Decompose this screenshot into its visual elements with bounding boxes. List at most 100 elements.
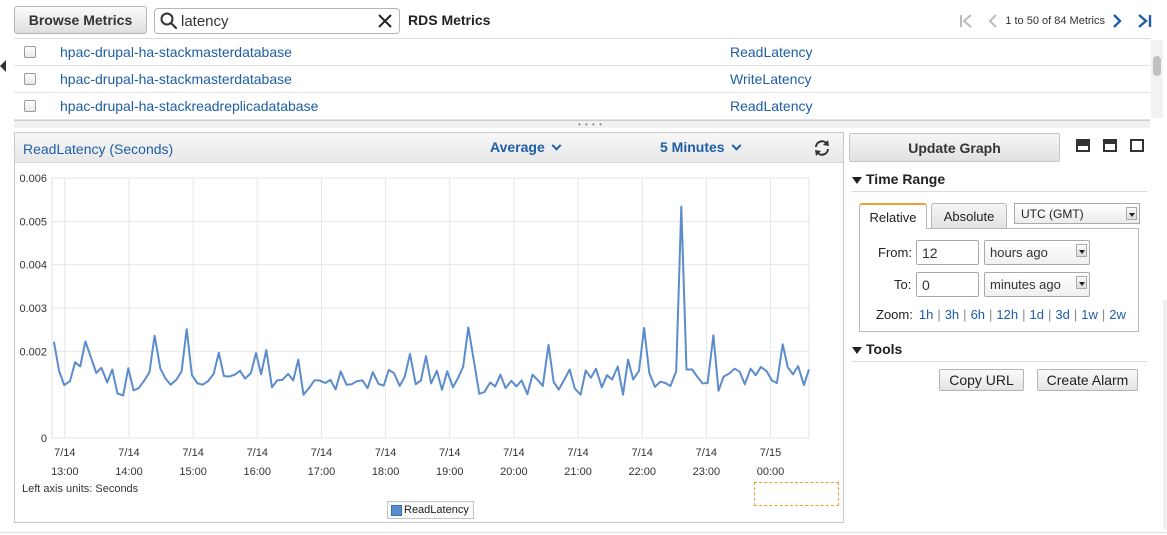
collapse-triangle-icon (852, 346, 862, 354)
metrics-table: hpac-drupal-ha-stackmasterdatabase ReadL… (14, 38, 1150, 120)
first-page-icon[interactable] (959, 13, 975, 29)
dropdown-arrow-icon (1126, 207, 1137, 220)
table-row: hpac-drupal-ha-stackreadreplicadatabase … (14, 93, 1150, 120)
close-icon[interactable] (375, 11, 395, 31)
x-tick-date-label: 7/15 (760, 447, 781, 459)
x-tick-time-label: 13:00 (51, 466, 79, 478)
page-scrollbar[interactable] (1163, 300, 1167, 530)
chevron-down-icon (731, 140, 742, 151)
row-checkbox[interactable] (24, 46, 36, 58)
graph-title[interactable]: ReadLatency (Seconds) (23, 141, 173, 157)
divider (851, 191, 1147, 192)
x-tick-date-label: 7/14 (439, 447, 460, 459)
to-input[interactable] (916, 272, 979, 297)
row-checkbox[interactable] (24, 100, 36, 112)
zoom-1h-link[interactable]: 1h (919, 307, 933, 322)
period-select[interactable]: 5 Minutes (660, 139, 742, 155)
table-scrollbar[interactable] (1151, 40, 1163, 118)
metric-link[interactable]: ReadLatency (730, 44, 813, 60)
dimension-link[interactable]: hpac-drupal-ha-stackreadreplicadatabase (60, 98, 318, 114)
search-box[interactable] (154, 8, 400, 34)
zoom-1d-link[interactable]: 1d (1030, 307, 1044, 322)
browse-metrics-button[interactable]: Browse Metrics (14, 6, 147, 34)
y-tick-label: 0.004 (19, 260, 47, 272)
divider (0, 532, 1167, 533)
dimension-link[interactable]: hpac-drupal-ha-stackmasterdatabase (60, 44, 292, 60)
layout-full-icon[interactable] (1130, 139, 1144, 152)
tab-absolute[interactable]: Absolute (931, 203, 1007, 228)
separator: | (989, 307, 993, 322)
tools-header[interactable]: Tools (852, 341, 902, 357)
graph-panel: ReadLatency (Seconds) Average 5 Minutes … (14, 132, 844, 523)
x-tick-date-label: 7/14 (182, 447, 203, 459)
x-tick-time-label: 16:00 (244, 466, 272, 478)
tab-relative[interactable]: Relative (859, 203, 927, 229)
from-unit-select[interactable]: hours ago (984, 240, 1090, 265)
separator: | (1047, 307, 1052, 322)
metric-link[interactable]: ReadLatency (730, 98, 813, 114)
x-tick-date-label: 7/14 (631, 447, 652, 459)
x-tick-date-label: 7/14 (247, 447, 268, 459)
table-row: hpac-drupal-ha-stackmasterdatabase Write… (14, 66, 1150, 93)
search-input[interactable] (179, 12, 371, 30)
zoom-label: Zoom: (876, 307, 913, 322)
zoom-1w-link[interactable]: 1w (1081, 307, 1098, 322)
copy-url-button[interactable]: Copy URL (939, 369, 1024, 391)
chart-grid (51, 177, 810, 439)
y-tick-label: 0.002 (19, 346, 47, 358)
y-tick-label: 0.005 (19, 216, 47, 228)
pager-text: 1 to 50 of 84 Metrics (1005, 15, 1105, 27)
annotation-placeholder (754, 482, 839, 506)
legend-swatch (391, 504, 402, 516)
y-tick-label: 0.006 (19, 173, 47, 185)
x-tick-time-label: 18:00 (372, 466, 400, 478)
zoom-6h-link[interactable]: 6h (971, 307, 985, 322)
next-page-icon[interactable] (1111, 13, 1123, 29)
x-tick-date-label: 7/14 (54, 447, 75, 459)
from-input[interactable] (916, 240, 979, 265)
zoom-12h-link[interactable]: 12h (996, 307, 1018, 322)
to-label: To: (894, 277, 912, 292)
x-tick-time-label: 22:00 (628, 466, 656, 478)
y-tick-label: 0.003 (19, 303, 47, 315)
period-value: 5 Minutes (660, 139, 725, 155)
x-tick-date-label: 7/14 (118, 447, 139, 459)
layout-single-icon[interactable] (1076, 139, 1090, 152)
metric-link[interactable]: WriteLatency (730, 71, 811, 87)
splitter-grip-icon[interactable]: • • • • (578, 120, 603, 129)
legend-label: ReadLatency (404, 504, 469, 516)
tools-label: Tools (866, 341, 903, 357)
x-axis-ticks: 7/14 13:00 7/14 14:00 7/14 15:00 7/14 16:00 7/14… (51, 447, 784, 478)
x-tick-time-label: 17:00 (308, 466, 336, 478)
x-tick-time-label: 19:00 (436, 466, 464, 478)
timezone-value: UTC (GMT) (1021, 206, 1084, 221)
statistic-select[interactable]: Average (490, 139, 562, 155)
to-unit-value: minutes ago (990, 277, 1061, 292)
previous-page-icon[interactable] (987, 13, 999, 29)
refresh-icon[interactable] (812, 138, 832, 158)
dimension-link[interactable]: hpac-drupal-ha-stackmasterdatabase (60, 71, 292, 87)
time-range-label: Time Range (866, 171, 946, 187)
last-page-icon[interactable] (1135, 13, 1153, 29)
x-tick-date-label: 7/14 (375, 447, 396, 459)
create-alarm-button[interactable]: Create Alarm (1037, 369, 1138, 391)
line-chart: 0.0060.0050.0040.0030.0020 7/1413:007/14… (19, 173, 810, 478)
separator: | (1022, 307, 1026, 322)
update-graph-button[interactable]: Update Graph (849, 133, 1060, 162)
x-tick-time-label: 20:00 (500, 466, 528, 478)
x-tick-date-label: 7/14 (696, 447, 717, 459)
layout-split-icon[interactable] (1103, 139, 1117, 152)
zoom-3d-link[interactable]: 3d (1055, 307, 1069, 322)
row-checkbox[interactable] (24, 73, 36, 85)
chart-legend[interactable]: ReadLatency (387, 501, 474, 519)
timezone-select[interactable]: UTC (GMT) (1014, 203, 1140, 224)
dropdown-arrow-icon (1076, 276, 1087, 289)
to-unit-select[interactable]: minutes ago (984, 272, 1090, 297)
dropdown-arrow-icon (1076, 244, 1087, 257)
zoom-3h-link[interactable]: 3h (945, 307, 959, 322)
zoom-2w-link[interactable]: 2w (1109, 307, 1126, 322)
collapse-caret-icon[interactable] (0, 60, 6, 72)
x-tick-date-label: 7/14 (567, 447, 588, 459)
scrollbar-thumb[interactable] (1153, 56, 1161, 76)
time-range-header[interactable]: Time Range (852, 171, 945, 187)
